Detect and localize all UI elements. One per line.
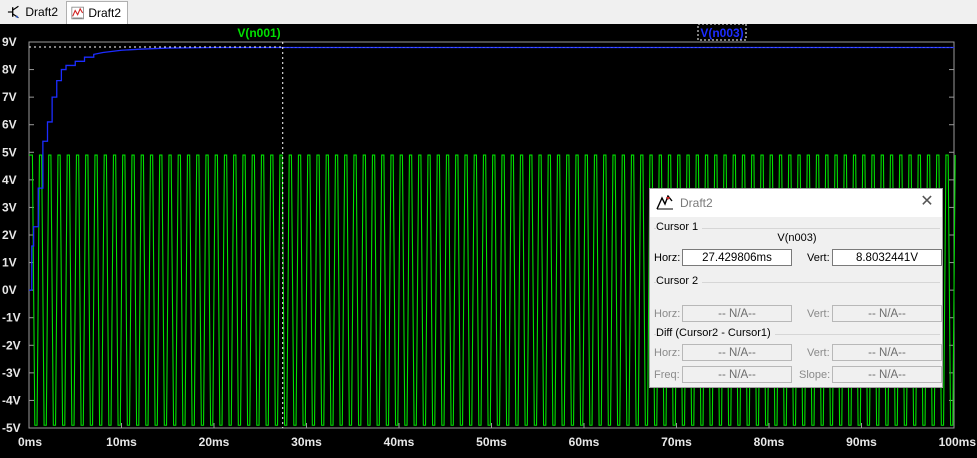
- tab-schematic[interactable]: Draft2: [2, 2, 64, 22]
- diff-vert-label: Vert:: [807, 347, 830, 359]
- trace-label-v-n003: V(n003): [700, 26, 743, 40]
- diff-freq-label: Freq:: [654, 369, 680, 381]
- tab-schematic-label: Draft2: [25, 5, 58, 19]
- y-tick-label: 1V: [2, 256, 17, 270]
- x-tick-label: 40ms: [384, 435, 415, 449]
- y-tick-label: 8V: [2, 63, 17, 77]
- dialog-titlebar[interactable]: Draft2 ✕: [650, 189, 942, 217]
- x-tick-label: 10ms: [106, 435, 137, 449]
- x-tick-label: 70ms: [661, 435, 692, 449]
- cursor1-horz-field[interactable]: 27.429806ms: [682, 249, 792, 266]
- y-tick-label: 5V: [2, 145, 17, 159]
- diff-group: Diff (Cursor2 - Cursor1) Horz: -- N/A-- …: [654, 327, 942, 387]
- schematic-icon: [7, 5, 19, 19]
- x-tick-label: 50ms: [476, 435, 507, 449]
- x-tick-label: 60ms: [569, 435, 600, 449]
- cursor1-group-title: Cursor 1: [656, 221, 703, 233]
- cursor2-vert-field: -- N/A--: [832, 305, 942, 322]
- cursor1-group: Cursor 1 V(n003) Horz: 27.429806ms Vert:…: [654, 221, 942, 273]
- diff-vert-field: -- N/A--: [832, 344, 942, 361]
- x-tick-label: 90ms: [846, 435, 877, 449]
- x-tick-label: 100ms: [939, 435, 977, 449]
- y-tick-label: 0V: [2, 283, 17, 297]
- cursor2-horz-label: Horz:: [654, 308, 681, 320]
- y-tick-label: -4V: [2, 393, 21, 407]
- y-tick-label: -1V: [2, 311, 21, 325]
- diff-freq-field: -- N/A--: [682, 366, 792, 383]
- y-tick-label: -3V: [2, 366, 21, 380]
- x-tick-label: 0ms: [18, 435, 42, 449]
- y-tick-label: 3V: [2, 200, 17, 214]
- cursor1-horz-label: Horz:: [654, 252, 681, 264]
- tab-waveform-label: Draft2: [88, 6, 121, 20]
- y-tick-label: 9V: [2, 35, 17, 49]
- diff-horz-label: Horz:: [654, 347, 681, 359]
- x-tick-label: 20ms: [199, 435, 230, 449]
- cursor2-group-title: Cursor 2: [656, 275, 703, 287]
- y-tick-label: 7V: [2, 90, 17, 104]
- tab-bar: Draft2 Draft2: [0, 0, 977, 25]
- ltspice-app-icon: [656, 195, 673, 210]
- waveform-icon: [71, 6, 84, 20]
- y-tick-label: 4V: [2, 173, 17, 187]
- diff-group-title: Diff (Cursor2 - Cursor1): [656, 327, 775, 339]
- cursor2-group: Cursor 2 Horz: -- N/A-- Vert: -- N/A--: [654, 275, 942, 325]
- x-tick-label: 80ms: [754, 435, 785, 449]
- close-icon[interactable]: ✕: [920, 194, 934, 210]
- y-tick-label: -2V: [2, 338, 21, 352]
- cursor2-vert-label: Vert:: [807, 308, 830, 320]
- diff-slope-field: -- N/A--: [832, 366, 942, 383]
- diff-slope-label: Slope:: [799, 369, 831, 381]
- y-tick-label: 2V: [2, 228, 17, 242]
- cursor1-vert-field[interactable]: 8.8032441V: [832, 249, 942, 266]
- y-tick-label: 6V: [2, 118, 17, 132]
- cursor2-horz-field: -- N/A--: [682, 305, 792, 322]
- y-tick-label: -5V: [2, 421, 21, 435]
- x-tick-label: 30ms: [291, 435, 322, 449]
- cursor1-trace-name: V(n003): [777, 232, 817, 244]
- cursor-dialog[interactable]: Draft2 ✕ Cursor 1 V(n003) Horz: 27.42980…: [649, 188, 943, 388]
- tab-waveform[interactable]: Draft2: [66, 1, 128, 24]
- dialog-title: Draft2: [680, 196, 713, 210]
- diff-horz-field: -- N/A--: [682, 344, 792, 361]
- trace-label-v-n001: V(n001): [237, 26, 280, 40]
- cursor1-vert-label: Vert:: [807, 252, 830, 264]
